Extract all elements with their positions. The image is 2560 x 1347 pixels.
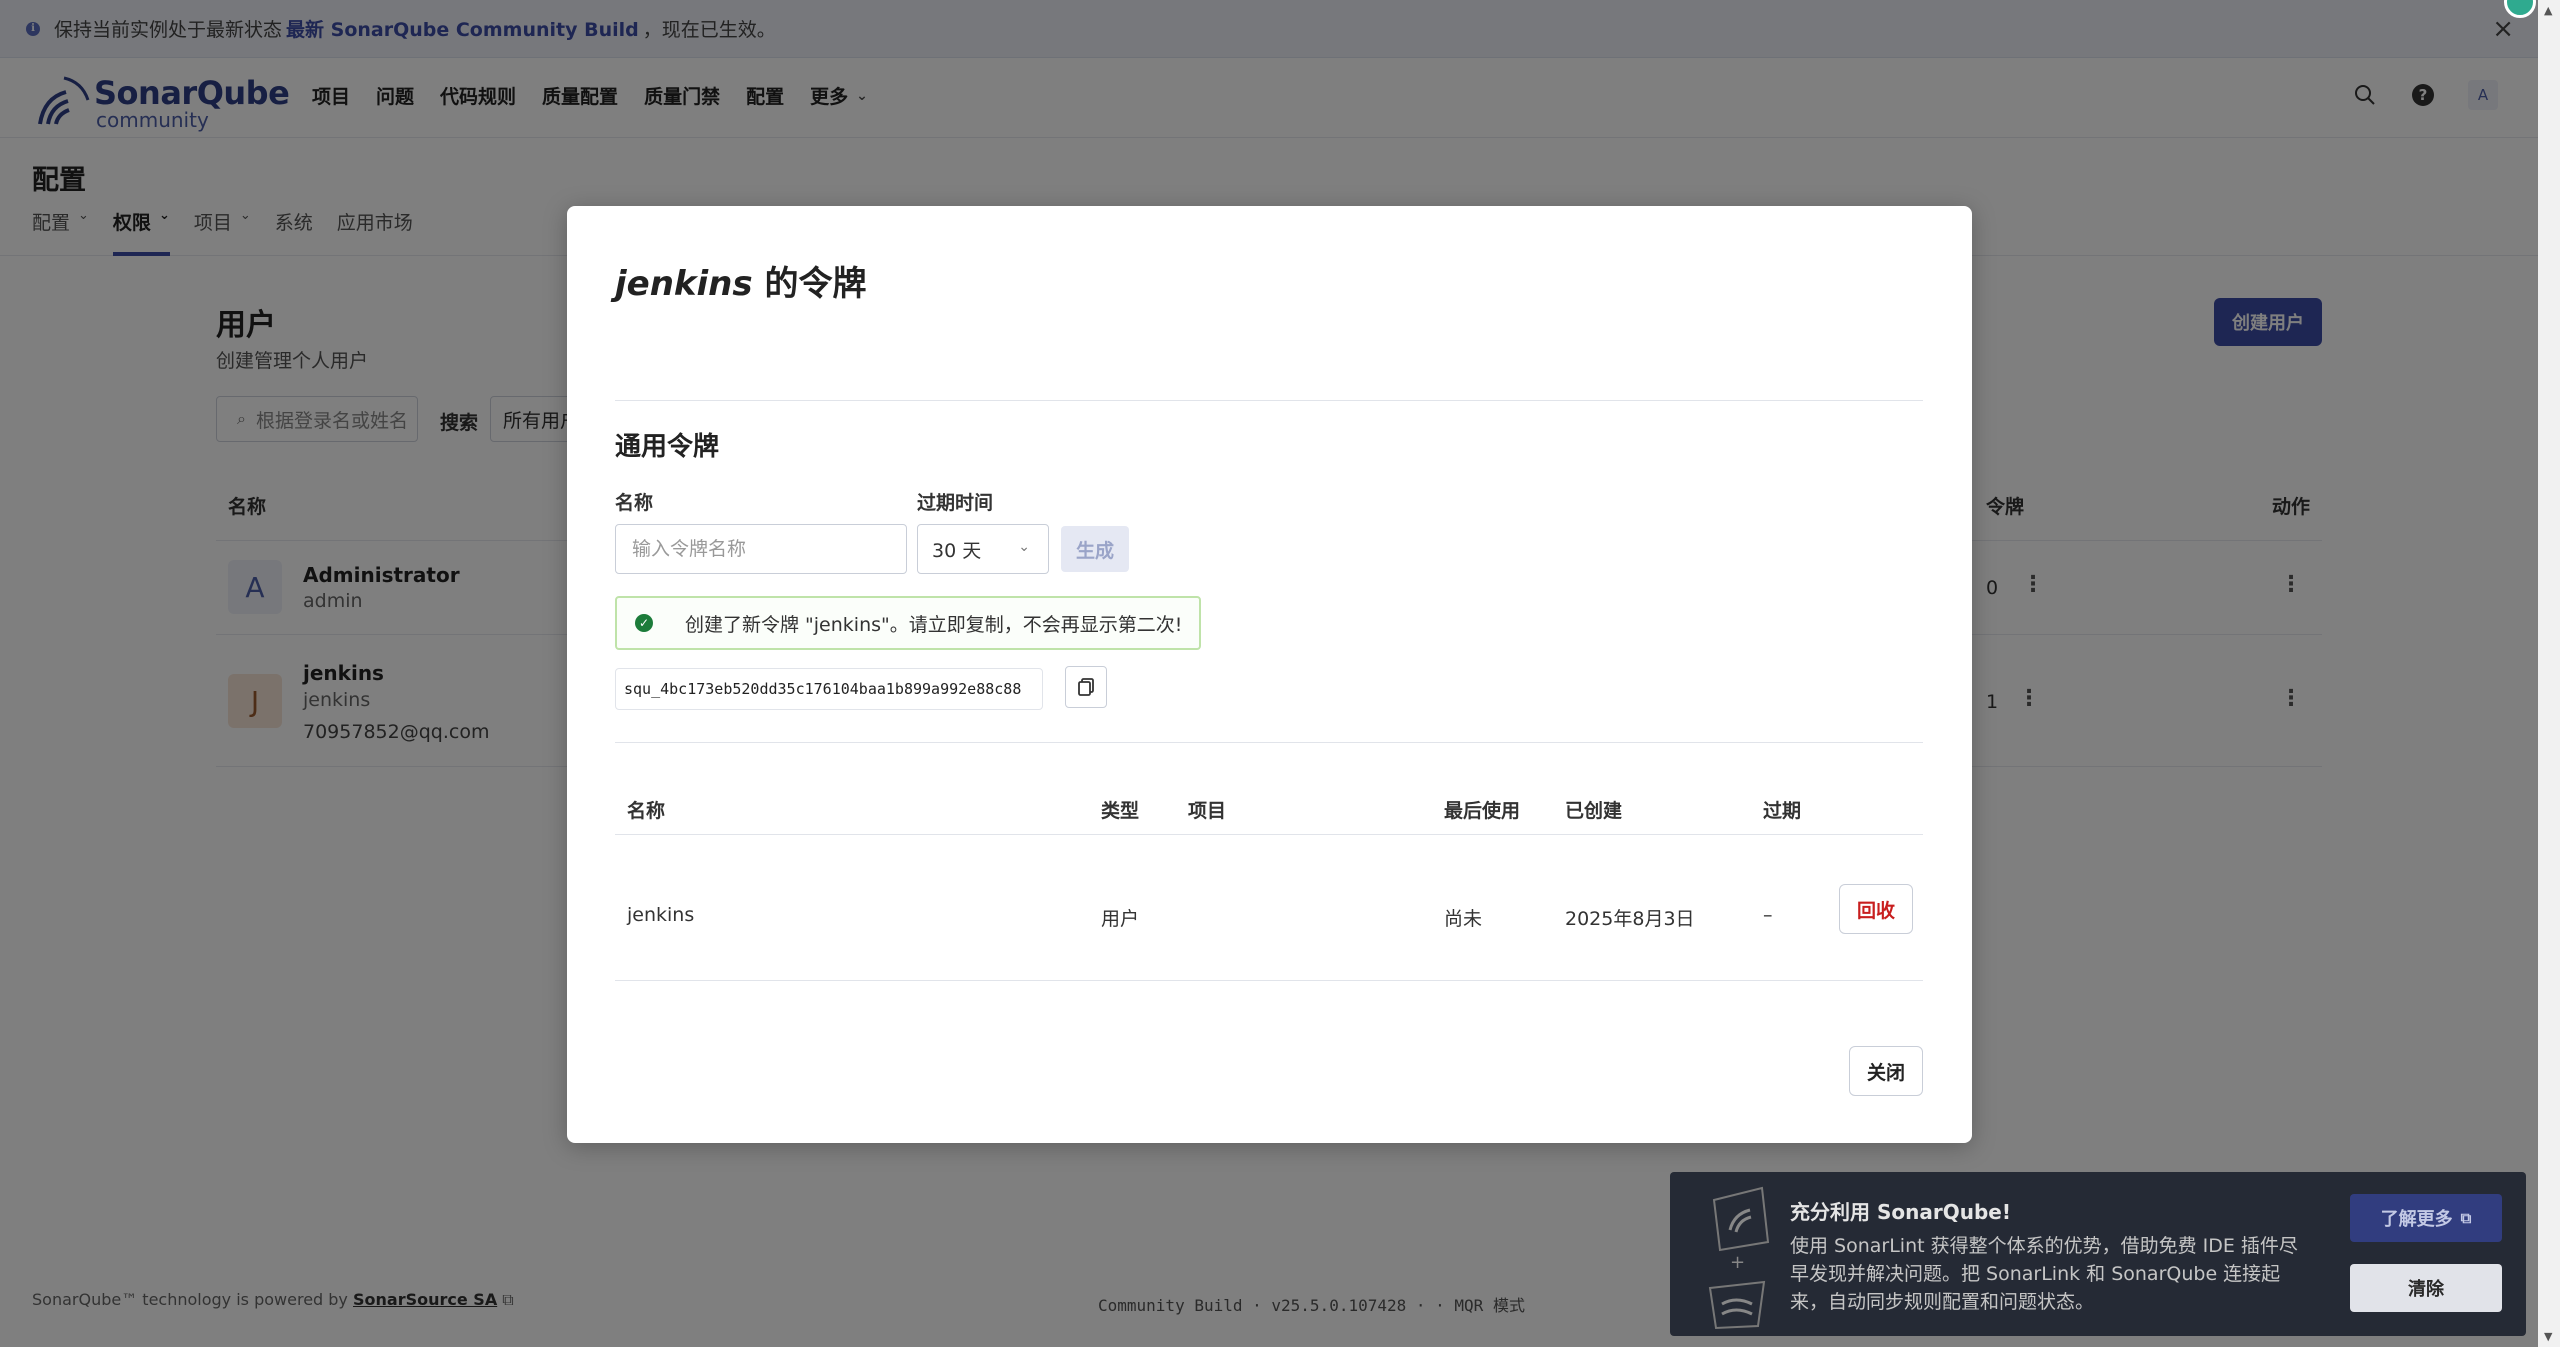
generate-button[interactable]: 生成 [1061, 526, 1129, 572]
tokens-modal: jenkins 的令牌 通用令牌 名称 过期时间 30 天 ⌄ 生成 ✓ 创建了新… [567, 206, 1972, 1143]
clear-button[interactable]: 清除 [2350, 1264, 2502, 1312]
expiry-select[interactable]: 30 天 ⌄ [917, 524, 1049, 574]
token-col-created: 已创建 [1565, 800, 1623, 822]
section-title: 通用令牌 [615, 432, 720, 462]
revoke-button[interactable]: 回收 [1839, 884, 1913, 934]
divider [615, 834, 1923, 835]
scroll-up-icon[interactable]: ▲ [2544, 4, 2552, 17]
page: i 保持当前实例处于最新状态 最新 SonarQube Community Bu… [0, 0, 2538, 1347]
toast-body: 使用 SonarLint 获得整个体系的优势，借助免费 IDE 插件尽早发现并解… [1790, 1235, 2298, 1313]
token-value[interactable]: squ_4bc173eb520dd35c176104baa1b899a992e8… [615, 668, 1043, 710]
token-col-project: 项目 [1188, 800, 1227, 822]
token-col-expires: 过期 [1763, 800, 1802, 822]
learn-more-label: 了解更多 [2380, 1209, 2453, 1230]
expiry-label: 过期时间 [917, 492, 994, 514]
modal-title: jenkins 的令牌 [615, 256, 866, 305]
scrollbar[interactable]: ▲ ▼ [2538, 0, 2560, 1347]
divider [615, 400, 1923, 401]
svg-text:+: + [1730, 1252, 1745, 1273]
token-row-expires: – [1763, 904, 1773, 926]
check-circle-icon: ✓ [635, 614, 653, 632]
token-row-type: 用户 [1101, 908, 1140, 930]
sonarlint-promo-toast: + 充分利用 SonarQube! 使用 SonarLint 获得整个体系的优势… [1670, 1172, 2526, 1336]
alert-message: 创建了新令牌 "jenkins"。请立即复制，不会再显示第二次! [685, 613, 1183, 636]
token-row-created: 2025年8月3日 [1565, 908, 1695, 930]
expiry-value: 30 天 [932, 539, 982, 562]
modal-title-suffix: 的令牌 [752, 264, 867, 304]
name-label: 名称 [615, 492, 654, 514]
scroll-down-icon[interactable]: ▼ [2544, 1330, 2552, 1343]
token-col-name: 名称 [627, 800, 666, 822]
success-alert: ✓ 创建了新令牌 "jenkins"。请立即复制，不会再显示第二次! [615, 596, 1201, 650]
token-name-input[interactable] [615, 524, 907, 574]
token-row-last-used: 尚未 [1444, 908, 1483, 930]
external-link-icon: ⧉ [2460, 1209, 2472, 1227]
token-col-last-used: 最后使用 [1444, 800, 1521, 822]
token-col-type: 类型 [1101, 800, 1140, 822]
close-button[interactable]: 关闭 [1849, 1046, 1923, 1096]
token-row-name: jenkins [627, 904, 695, 926]
copy-icon [1078, 678, 1094, 696]
divider [615, 980, 1923, 981]
sonarlint-icon: + [1708, 1186, 1770, 1330]
copy-button[interactable] [1065, 666, 1107, 708]
divider [615, 742, 1923, 743]
chevron-down-icon: ⌄ [1018, 539, 1030, 555]
modal-title-user: jenkins [615, 264, 753, 304]
toast-title: 充分利用 SonarQube! [1790, 1200, 2011, 1224]
learn-more-button[interactable]: 了解更多 ⧉ [2350, 1194, 2502, 1242]
